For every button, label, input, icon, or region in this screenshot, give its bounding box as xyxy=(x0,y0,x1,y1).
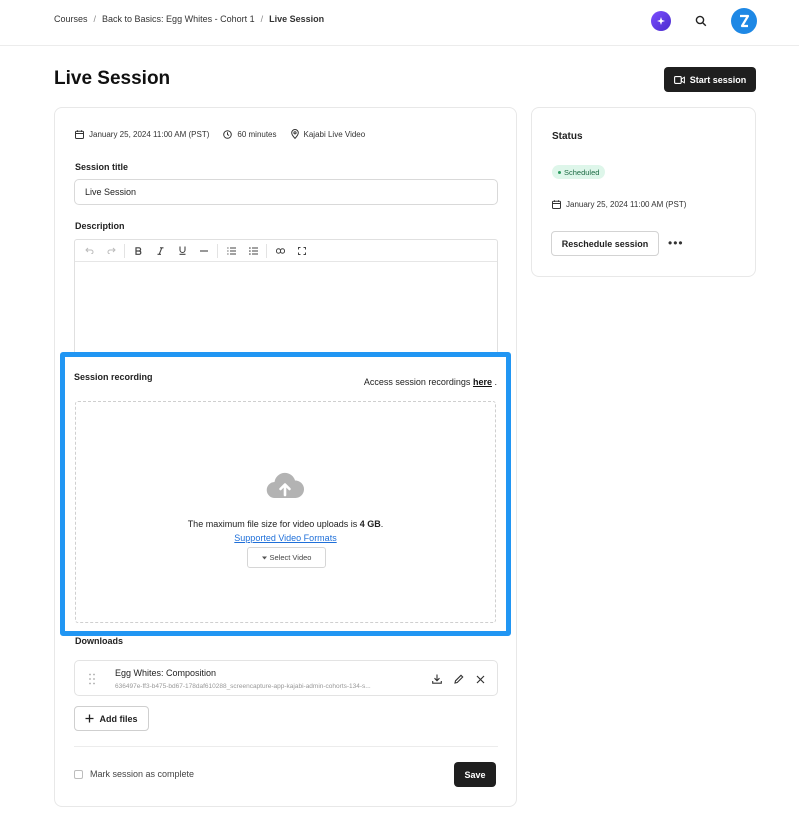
breadcrumb: Courses / Back to Basics: Egg Whites - C… xyxy=(54,14,324,24)
toolbar-divider xyxy=(266,243,267,258)
max-file-size-text: The maximum file size for video uploads … xyxy=(187,519,384,529)
kajabi-logo-icon[interactable] xyxy=(731,8,757,34)
session-date: January 25, 2024 11:00 AM (PST) xyxy=(75,130,209,139)
downloads-label: Downloads xyxy=(75,636,124,646)
undo-icon[interactable] xyxy=(79,242,99,260)
start-session-button[interactable]: Start session xyxy=(664,67,756,92)
select-video-button[interactable]: Select Video xyxy=(247,547,326,568)
status-date: January 25, 2024 11:00 AM (PST) xyxy=(552,200,686,209)
breadcrumb-separator: / xyxy=(93,14,97,24)
top-bar: Courses / Back to Basics: Egg Whites - C… xyxy=(0,0,799,46)
save-button[interactable]: Save xyxy=(454,762,496,787)
plus-icon xyxy=(85,714,94,723)
description-label: Description xyxy=(75,221,125,231)
reschedule-session-button[interactable]: Reschedule session xyxy=(551,231,659,256)
mark-complete-row[interactable]: Mark session as complete xyxy=(74,769,194,779)
download-filename: 636497e-ff3-b475-bd67-178daf610288_scree… xyxy=(115,683,371,690)
access-recordings-text: Access session recordings here . xyxy=(363,377,497,387)
close-icon[interactable] xyxy=(476,671,485,689)
ai-assistant-icon[interactable] xyxy=(651,11,671,31)
breadcrumb-separator: / xyxy=(260,14,264,24)
access-recordings-link[interactable]: here xyxy=(473,377,492,387)
download-name: Egg Whites: Composition xyxy=(115,668,217,678)
underline-icon[interactable] xyxy=(172,242,192,260)
italic-icon[interactable] xyxy=(150,242,170,260)
status-card: Status Scheduled January 25, 2024 11:00 … xyxy=(531,107,756,277)
session-title-input[interactable] xyxy=(74,179,498,205)
session-meta: January 25, 2024 11:00 AM (PST) 60 minut… xyxy=(75,129,365,139)
add-files-button[interactable]: Add files xyxy=(74,706,149,731)
calendar-icon xyxy=(75,129,84,139)
mark-complete-checkbox[interactable] xyxy=(74,769,83,779)
toolbar-divider xyxy=(124,243,125,258)
fullscreen-icon[interactable] xyxy=(292,242,312,260)
session-duration: 60 minutes xyxy=(223,129,277,139)
caret-down-icon xyxy=(261,556,267,559)
more-options-icon[interactable]: ••• xyxy=(668,236,684,250)
start-session-label: Start session xyxy=(689,74,747,85)
session-recording-label: Session recording xyxy=(74,372,153,382)
link-icon[interactable] xyxy=(270,242,290,260)
status-title: Status xyxy=(552,131,583,142)
session-recording-panel: Session recording Access session recordi… xyxy=(60,352,511,636)
redo-icon[interactable] xyxy=(101,242,121,260)
toolbar-divider xyxy=(217,243,218,258)
video-camera-icon xyxy=(673,75,685,84)
supported-formats-link[interactable]: Supported Video Formats xyxy=(76,533,495,543)
description-editor[interactable] xyxy=(74,239,498,359)
status-badge: Scheduled xyxy=(552,165,606,179)
video-upload-dropzone[interactable]: The maximum file size for video uploads … xyxy=(75,401,496,623)
search-icon[interactable] xyxy=(691,11,711,31)
breadcrumb-cohort[interactable]: Back to Basics: Egg Whites - Cohort 1 xyxy=(102,14,255,24)
top-icons xyxy=(651,8,757,34)
location-pin-icon xyxy=(290,129,299,139)
divider xyxy=(74,746,498,747)
bullet-list-icon[interactable] xyxy=(243,242,263,260)
horizontal-rule-icon[interactable] xyxy=(194,242,214,260)
numbered-list-icon[interactable] xyxy=(221,242,241,260)
session-title-label: Session title xyxy=(75,162,129,172)
drag-handle-icon[interactable] xyxy=(89,672,95,690)
breadcrumb-courses[interactable]: Courses xyxy=(54,14,88,24)
download-icon[interactable] xyxy=(432,671,442,689)
editor-toolbar xyxy=(75,240,497,262)
clock-icon xyxy=(223,129,233,139)
page-title: Live Session xyxy=(54,68,171,89)
session-location: Kajabi Live Video xyxy=(290,129,365,139)
download-item[interactable]: Egg Whites: Composition 636497e-ff3-b475… xyxy=(74,660,498,696)
breadcrumb-current: Live Session xyxy=(269,14,325,24)
status-dot-icon xyxy=(558,170,561,174)
calendar-icon xyxy=(552,200,561,209)
cloud-upload-icon xyxy=(266,472,305,505)
edit-pencil-icon[interactable] xyxy=(454,671,464,689)
bold-icon[interactable] xyxy=(128,242,148,260)
mark-complete-label: Mark session as complete xyxy=(90,769,195,779)
download-actions xyxy=(432,671,485,689)
